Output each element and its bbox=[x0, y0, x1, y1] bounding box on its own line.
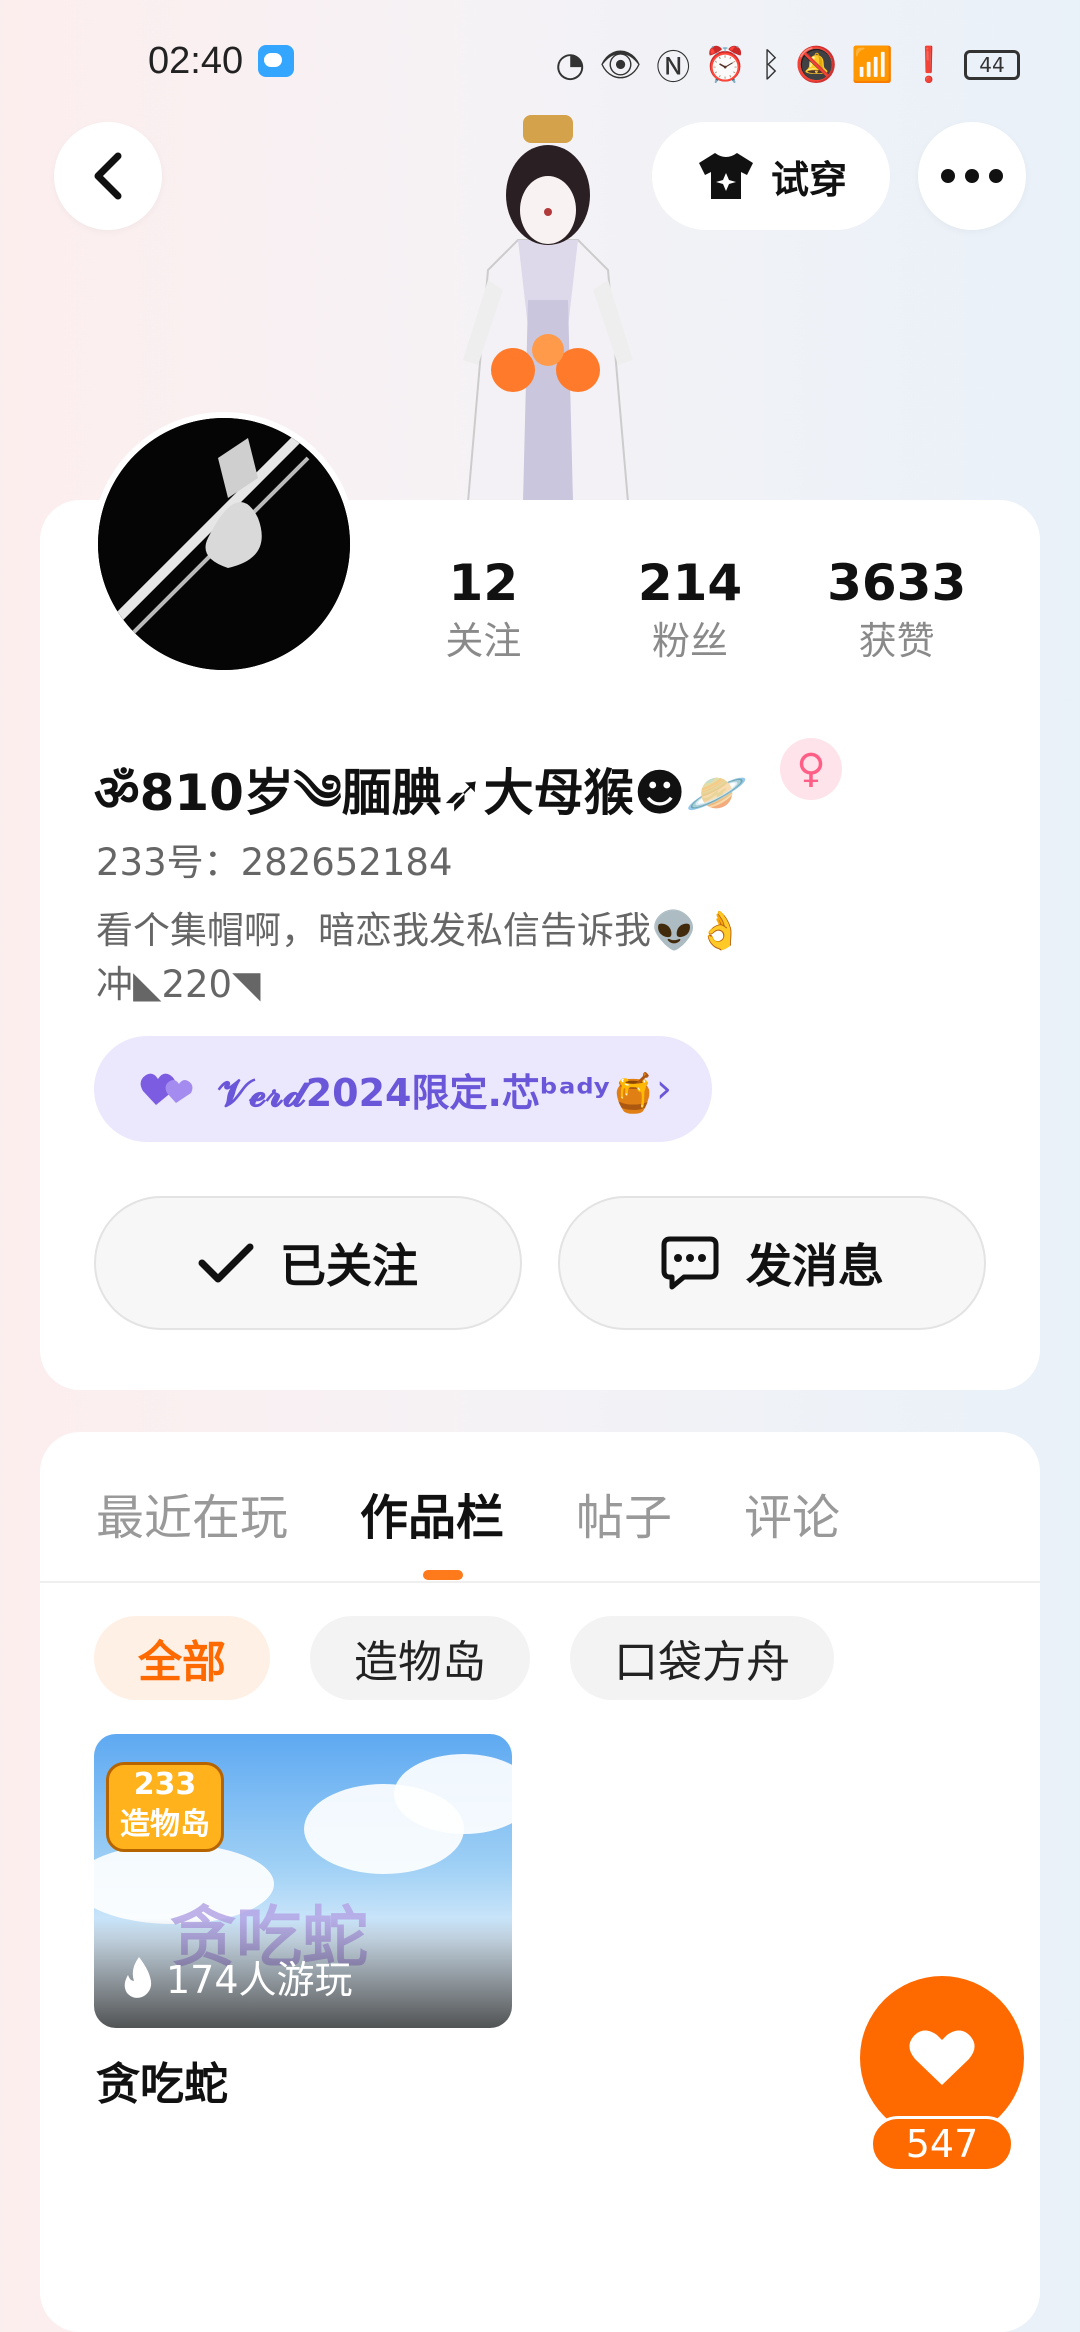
checkmark-icon bbox=[198, 1243, 254, 1283]
shirt-icon bbox=[698, 153, 753, 199]
send-message-label: 发消息 bbox=[746, 1239, 884, 1293]
nfc-icon: Ⓝ bbox=[656, 48, 691, 88]
stat-followers[interactable]: 214 粉丝 bbox=[587, 550, 794, 666]
gender-symbol: ♀ bbox=[796, 746, 826, 792]
filter-all[interactable]: 全部 bbox=[94, 1616, 270, 1700]
send-message-button[interactable]: 发消息 bbox=[558, 1196, 986, 1330]
bio-line-1: 看个集帽啊，暗恋我发私信告诉我👽👌 bbox=[96, 909, 744, 952]
eye-icon: 👁 bbox=[599, 44, 643, 85]
stat-following[interactable]: 12 关注 bbox=[380, 550, 587, 666]
followed-button[interactable]: 已关注 bbox=[94, 1196, 522, 1330]
stat-value: 214 bbox=[637, 554, 743, 612]
stat-value: 12 bbox=[448, 554, 519, 612]
player-count-text: 174人游玩 bbox=[166, 1958, 353, 2002]
wifi-icon: 📶 bbox=[851, 44, 894, 85]
chevron-left-icon bbox=[94, 152, 122, 200]
flame-icon bbox=[124, 1956, 152, 1998]
filter-creation-island[interactable]: 造物岛 bbox=[310, 1616, 530, 1700]
more-button[interactable] bbox=[918, 122, 1026, 230]
filter-chips: 全部 造物岛 口袋方舟 bbox=[94, 1616, 834, 1700]
try-on-label: 试穿 bbox=[770, 157, 847, 202]
back-button[interactable] bbox=[54, 122, 162, 230]
game-title[interactable]: 贪吃蛇 bbox=[96, 2048, 228, 2112]
active-tab-indicator bbox=[423, 1570, 463, 1580]
stat-likes[interactable]: 3633 获赞 bbox=[793, 550, 1000, 666]
avatar[interactable] bbox=[92, 412, 356, 676]
battery-icon: 44 bbox=[964, 49, 1020, 80]
user-id[interactable]: 233号：282652184 bbox=[96, 832, 453, 886]
alert-icon: ❗ bbox=[907, 44, 950, 85]
stat-value: 3633 bbox=[827, 554, 967, 612]
female-gender-icon: ♀ bbox=[780, 738, 842, 800]
stat-label: 关注 bbox=[445, 619, 522, 663]
bluetooth-icon: ᛒ bbox=[760, 44, 781, 85]
badge-text: 𝓥𝓮𝓻𝓭2024限定.芯ᵇᵃᵈʸ🍯 bbox=[218, 1070, 657, 1115]
fan-badge-pill[interactable]: 𝓥𝓮𝓻𝓭2024限定.芯ᵇᵃᵈʸ🍯 › bbox=[94, 1036, 712, 1142]
logo-text: 造物岛 bbox=[120, 1807, 210, 1842]
try-on-button[interactable]: 试穿 bbox=[652, 122, 890, 230]
tabs-divider bbox=[40, 1581, 1040, 1583]
stat-label: 粉丝 bbox=[652, 619, 729, 663]
followed-label: 已关注 bbox=[280, 1239, 418, 1293]
status-icons: ◔ 👁 Ⓝ ⏰ ᛒ 🔕 📶 ❗ 44 bbox=[555, 40, 1020, 89]
profile-tabs: 最近在玩 作品栏 帖子 评论 bbox=[96, 1478, 840, 1548]
bio-line-2: 冲◣220◥ bbox=[96, 963, 261, 1006]
chat-bubble-icon bbox=[661, 1236, 719, 1290]
tab-recently-played[interactable]: 最近在玩 bbox=[96, 1478, 288, 1548]
weather-icon bbox=[258, 45, 294, 77]
filter-pocket-ark[interactable]: 口袋方舟 bbox=[570, 1616, 834, 1700]
bio: 看个集帽啊，暗恋我发私信告诉我👽👌 冲◣220◥ bbox=[96, 904, 743, 1012]
hearts-icon bbox=[140, 1073, 193, 1105]
tab-comments[interactable]: 评论 bbox=[744, 1478, 840, 1548]
status-time: 02:40 bbox=[148, 40, 244, 82]
character-figure bbox=[463, 115, 633, 502]
stat-label: 获赞 bbox=[858, 619, 935, 663]
tab-posts[interactable]: 帖子 bbox=[576, 1478, 672, 1548]
logo-text: 233 bbox=[133, 1767, 197, 1802]
chevron-right-icon: › bbox=[656, 1066, 672, 1112]
player-count: 174人游玩 bbox=[122, 1949, 353, 2004]
avatar-art bbox=[98, 418, 350, 670]
speed-icon: ◔ bbox=[555, 44, 586, 85]
profile-stats: 12 关注 214 粉丝 3633 获赞 bbox=[380, 550, 1000, 666]
mute-icon: 🔕 bbox=[794, 44, 838, 85]
game-logo: 233 造物岛 bbox=[106, 1762, 224, 1852]
heart-icon bbox=[909, 2030, 975, 2085]
game-card[interactable]: 233 造物岛 贪吃蛇 174人游玩 bbox=[94, 1734, 512, 2028]
more-dots-icon bbox=[941, 169, 1003, 183]
battery-level: 44 bbox=[979, 52, 1005, 77]
tab-works[interactable]: 作品栏 bbox=[360, 1478, 504, 1548]
alarm-icon: ⏰ bbox=[704, 44, 747, 85]
like-count: 547 bbox=[870, 2116, 1014, 2172]
